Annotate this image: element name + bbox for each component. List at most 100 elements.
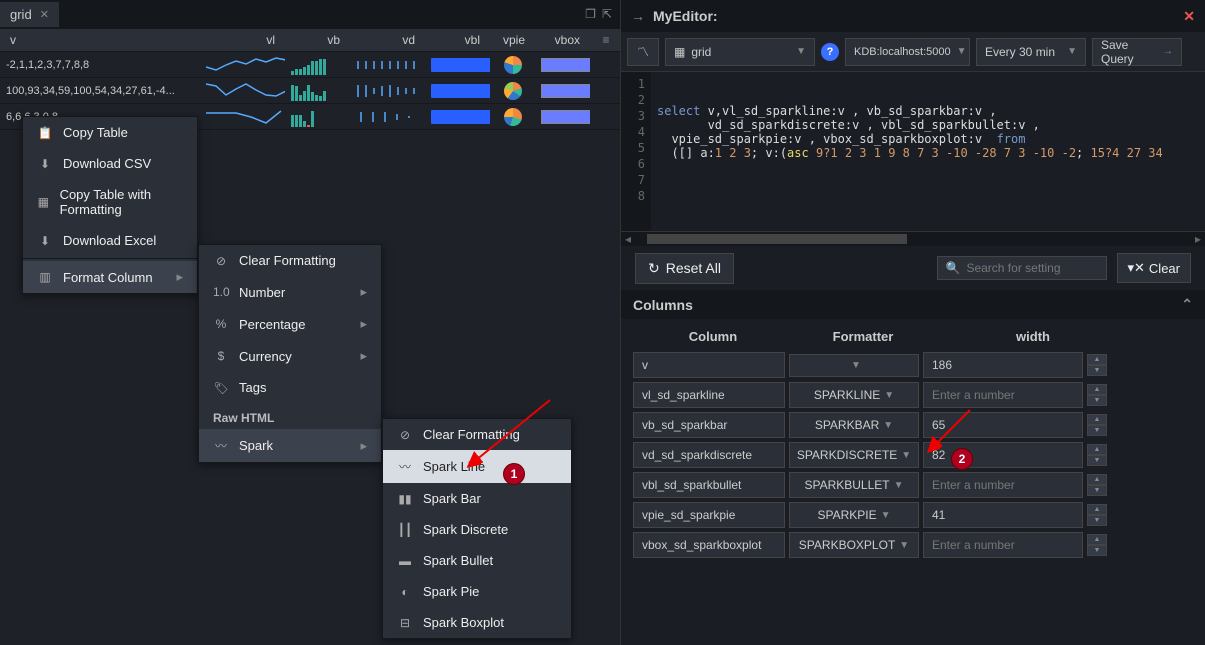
menu-format-column[interactable]: ▥Format Column▸ (23, 261, 197, 293)
menu-currency[interactable]: $Currency▸ (199, 340, 381, 372)
chevron-up-icon: ⌃ (1181, 296, 1193, 313)
width-stepper[interactable]: ▲▼ (1087, 354, 1107, 376)
search-input[interactable] (966, 261, 1097, 275)
column-name-input[interactable]: vl_sd_sparkline (633, 382, 785, 408)
columns-table: Column Formatter width v▼▲▼vl_sd_sparkli… (621, 319, 1205, 568)
help-icon[interactable]: ? (821, 43, 839, 61)
popout-icon[interactable]: ⇱ (602, 7, 612, 21)
menu-copy-formatted[interactable]: ▦Copy Table with Formatting (23, 179, 197, 225)
reset-all-button[interactable]: ↻Reset All (635, 253, 734, 284)
menu-number[interactable]: 1.0Number▸ (199, 276, 381, 308)
table-row[interactable]: -2,1,1,2,3,7,7,8,8 (0, 52, 620, 78)
column-name-input[interactable]: vb_sd_sparkbar (633, 412, 785, 438)
sparkline-cell (200, 107, 285, 127)
menu-download-csv[interactable]: ⬇Download CSV (23, 148, 197, 179)
column-name-input[interactable]: vd_sd_sparkdiscrete (633, 442, 785, 468)
bullet-icon: ▬ (397, 554, 413, 568)
menu-download-excel[interactable]: ⬇Download Excel (23, 225, 197, 256)
chevron-right-icon: ▸ (176, 269, 183, 285)
formatter-dropdown[interactable]: SPARKBOXPLOT▼ (789, 532, 919, 558)
sparkpie-cell (490, 56, 535, 74)
window-toggle-icon[interactable]: ❐ (585, 7, 596, 21)
column-row: vbox_sd_sparkboxplotSPARKBOXPLOT▼ ▲▼ (633, 532, 1193, 558)
column-name-input[interactable]: vbl_sd_sparkbullet (633, 472, 785, 498)
formatter-dropdown[interactable]: ▼ (789, 354, 919, 377)
menu-spark-boxplot[interactable]: ⊟Spark Boxplot (383, 607, 571, 638)
menu-spark-pie[interactable]: ◐Spark Pie (383, 576, 571, 607)
sparkbullet-cell (425, 58, 490, 72)
code-content[interactable]: select v,vl_sd_sparkline:v , vb_sd_spark… (651, 72, 1205, 231)
chevron-right-icon: ▸ (360, 284, 367, 300)
col-header-v[interactable]: v (0, 33, 200, 47)
formatter-dropdown[interactable]: SPARKPIE▼ (789, 502, 919, 528)
column-row: vbl_sd_sparkbulletSPARKBULLET▼ ▲▼ (633, 472, 1193, 498)
tab-grid[interactable]: grid ✕ (0, 2, 59, 27)
save-query-button[interactable]: Save Query→ (1092, 38, 1182, 66)
formatter-dropdown[interactable]: SPARKDISCRETE▼ (789, 442, 919, 468)
spark-icon: 〰 (213, 437, 229, 454)
width-input[interactable] (923, 352, 1083, 378)
sparkbox-cell (535, 84, 590, 98)
close-icon[interactable]: ✕ (1183, 8, 1195, 25)
header-formatter: Formatter (793, 329, 933, 344)
column-name-input[interactable]: v (633, 352, 785, 378)
col-header-vpie[interactable]: vpie (490, 33, 535, 47)
menu-spark-bar[interactable]: ▮▮Spark Bar (383, 483, 571, 514)
width-stepper[interactable]: ▲▼ (1087, 534, 1107, 556)
menu-percentage[interactable]: %Percentage▸ (199, 308, 381, 340)
width-stepper[interactable]: ▲▼ (1087, 474, 1107, 496)
clear-button[interactable]: ▾✕Clear (1117, 253, 1192, 283)
sparkdiscrete-cell (350, 55, 425, 75)
menu-tags[interactable]: 🏷Tags (199, 372, 381, 403)
width-input[interactable] (923, 502, 1083, 528)
hamburger-icon[interactable]: ≡ (596, 33, 616, 47)
sparkpie-cell (490, 108, 535, 126)
copy-icon: 📋 (37, 126, 53, 140)
callout-2: 2 (951, 448, 973, 470)
close-icon[interactable]: ✕ (40, 8, 49, 21)
width-input[interactable] (923, 532, 1083, 558)
width-stepper[interactable]: ▲▼ (1087, 504, 1107, 526)
col-header-vb[interactable]: vb (285, 33, 350, 47)
editor-toolbar: 〽 ▦grid▼ ? KDB:localhost:5000▼ Every 30 … (621, 32, 1205, 72)
code-editor[interactable]: 12345678 select v,vl_sd_sparkline:v , vb… (621, 72, 1205, 232)
search-icon: 🔍 (946, 261, 961, 275)
sparkbar-cell (285, 81, 350, 101)
interval-dropdown[interactable]: Every 30 min▼ (976, 38, 1086, 66)
width-stepper[interactable]: ▲▼ (1087, 384, 1107, 406)
pie-icon: ◐ (397, 585, 413, 599)
menu-spark-discrete[interactable]: ┃┃Spark Discrete (383, 514, 571, 545)
columns-section-header[interactable]: Columns⌃ (621, 290, 1205, 319)
col-header-vd[interactable]: vd (350, 33, 425, 47)
chevron-right-icon[interactable]: → (631, 8, 645, 24)
formatter-dropdown[interactable]: SPARKBAR▼ (789, 412, 919, 438)
connection-dropdown[interactable]: KDB:localhost:5000▼ (845, 38, 970, 66)
menu-spark-bullet[interactable]: ▬Spark Bullet (383, 545, 571, 576)
width-stepper[interactable]: ▲▼ (1087, 414, 1107, 436)
chart-icon-button[interactable]: 〽 (627, 38, 659, 66)
menu-copy-table[interactable]: 📋Copy Table (23, 117, 197, 148)
clear-icon: ⊘ (397, 428, 413, 442)
number-icon: 1.0 (213, 285, 229, 299)
callout-1: 1 (503, 463, 525, 485)
settings-toolbar: ↻Reset All 🔍 ▾✕Clear (621, 246, 1205, 290)
formatter-dropdown[interactable]: SPARKLINE▼ (789, 382, 919, 408)
menu-clear-formatting[interactable]: ⊘Clear Formatting (199, 245, 381, 276)
settings-search[interactable]: 🔍 (937, 256, 1107, 280)
download-icon: ⬇ (37, 157, 53, 171)
col-header-vbl[interactable]: vbl (425, 33, 490, 47)
width-stepper[interactable]: ▲▼ (1087, 444, 1107, 466)
column-row: vb_sd_sparkbarSPARKBAR▼ ▲▼ (633, 412, 1193, 438)
horizontal-scrollbar[interactable]: ◂▸ (621, 232, 1205, 246)
column-name-input[interactable]: vbox_sd_sparkboxplot (633, 532, 785, 558)
column-name-input[interactable]: vpie_sd_sparkpie (633, 502, 785, 528)
width-input[interactable] (923, 472, 1083, 498)
table-row[interactable]: 100,93,34,59,100,54,34,27,61,-4... (0, 78, 620, 104)
column-icon: ▥ (37, 270, 53, 284)
sparkpie-cell (490, 82, 535, 100)
col-header-vbox[interactable]: vbox (535, 33, 590, 47)
formatter-dropdown[interactable]: SPARKBULLET▼ (789, 472, 919, 498)
col-header-vl[interactable]: vl (200, 33, 285, 47)
menu-spark[interactable]: 〰Spark▸ (199, 429, 381, 462)
grid-dropdown[interactable]: ▦grid▼ (665, 38, 815, 66)
